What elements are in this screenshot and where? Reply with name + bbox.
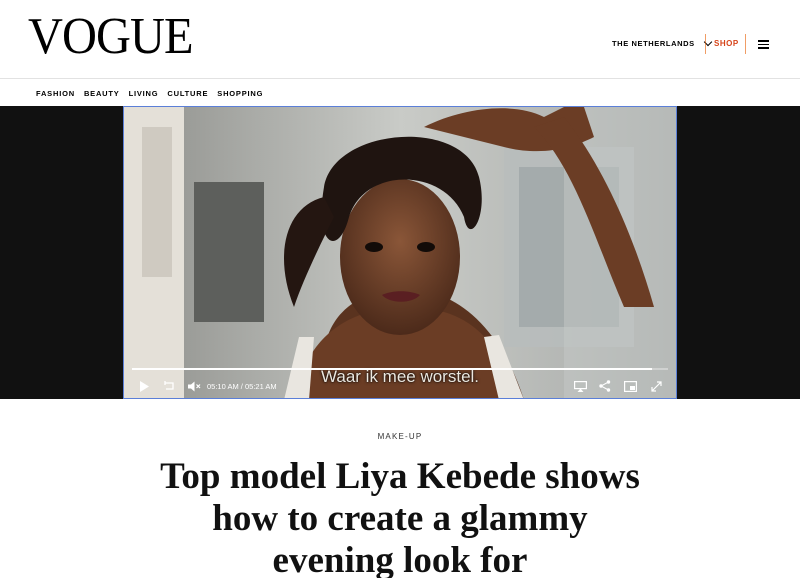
nav-item-living[interactable]: LIVING: [129, 89, 159, 98]
video-controls: 05:10 AM / 05:21 AM: [124, 375, 676, 397]
share-icon[interactable]: [597, 378, 613, 394]
video-section: Waar ik mee worstel. 05:10 AM / 05:21 AM: [0, 106, 800, 399]
region-selector[interactable]: THE NETHERLANDS: [612, 37, 713, 48]
header-divider: [705, 34, 706, 54]
video-progress-fill: [132, 368, 652, 370]
header-divider: [745, 34, 746, 54]
picture-in-picture-icon[interactable]: [622, 378, 638, 394]
nav-item-beauty[interactable]: BEAUTY: [84, 89, 120, 98]
duration: 05:21 AM: [244, 382, 277, 391]
current-time: 05:10 AM: [207, 382, 239, 391]
nav-item-shopping[interactable]: SHOPPING: [217, 89, 263, 98]
shop-link[interactable]: SHOP: [714, 39, 739, 48]
video-player[interactable]: Waar ik mee worstel. 05:10 AM / 05:21 AM: [123, 106, 677, 399]
nav-item-culture[interactable]: CULTURE: [167, 89, 208, 98]
video-progress-bar[interactable]: [132, 368, 668, 370]
main-nav: FASHION BEAUTY LIVING CULTURE SHOPPING: [0, 80, 800, 106]
mute-icon[interactable]: [186, 378, 202, 394]
replay-icon[interactable]: [161, 378, 177, 394]
site-header: VOGUE THE NETHERLANDS SHOP: [0, 0, 800, 79]
play-icon[interactable]: [136, 378, 152, 394]
airplay-icon[interactable]: [572, 378, 588, 394]
time-separator: /: [240, 382, 243, 391]
video-frame: [124, 107, 676, 398]
video-time: 05:10 AM / 05:21 AM: [207, 382, 277, 391]
nav-item-fashion[interactable]: FASHION: [36, 89, 75, 98]
region-label: THE NETHERLANDS: [612, 39, 695, 48]
article-headline: Top model Liya Kebede shows how to creat…: [160, 456, 640, 578]
hamburger-menu-icon[interactable]: [758, 40, 769, 49]
article-category[interactable]: MAKE-UP: [0, 432, 800, 441]
fullscreen-icon[interactable]: [648, 378, 664, 394]
vogue-logo[interactable]: VOGUE: [28, 11, 194, 63]
